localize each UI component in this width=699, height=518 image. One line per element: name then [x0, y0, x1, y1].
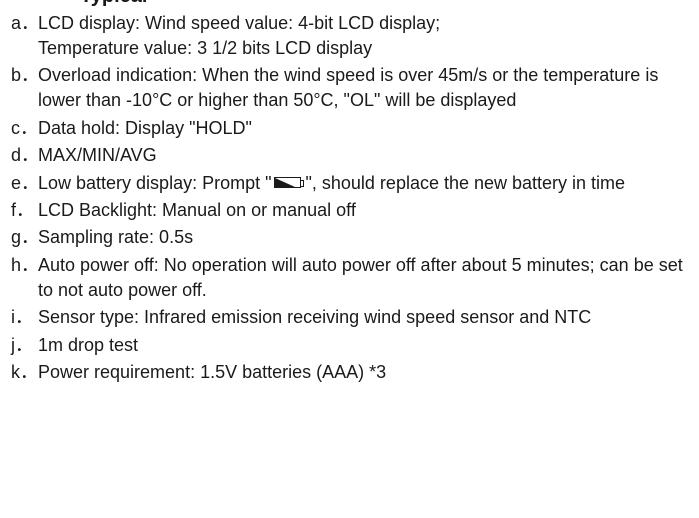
section-heading: Typical	[80, 0, 147, 8]
item-letter: c．	[11, 117, 38, 138]
item-letter: h．	[11, 254, 40, 275]
item-text-after: ", should replace the new battery in tim…	[305, 172, 626, 193]
item-text: 1m drop test	[38, 334, 139, 355]
list-item-k: k． Power requirement: 1.5V batteries (AA…	[0, 360, 699, 385]
item-text: Sampling rate: 0.5s	[38, 227, 194, 248]
item-letter: j．	[11, 334, 33, 355]
item-text: Low battery display: Prompt " ", should r…	[38, 171, 699, 196]
item-letter: e．	[11, 172, 40, 193]
item-letter: k．	[11, 361, 38, 382]
item-text: MAX/MIN/AVG	[38, 145, 157, 166]
list-item-c: c． Data hold: Display "HOLD"	[0, 116, 699, 141]
item-letter: d．	[11, 145, 40, 166]
item-text: Sensor type: Infrared emission receiving…	[38, 307, 592, 328]
item-letter: g．	[11, 227, 40, 248]
list-item-i: i． Sensor type: Infrared emission receiv…	[0, 305, 699, 330]
list-item-a: a． LCD display: Wind speed value: 4-bit …	[0, 11, 699, 61]
item-letter: b．	[11, 65, 40, 86]
list-item-e: e． Low battery display: Prompt " ", shoul…	[0, 171, 699, 196]
list-item-g: g． Sampling rate: 0.5s	[0, 225, 699, 250]
item-text: Data hold: Display "HOLD"	[38, 117, 252, 138]
list-item-j: j． 1m drop test	[0, 333, 699, 358]
item-letter: a．	[11, 13, 40, 33]
item-text: LCD display: Wind speed value: 4-bit LCD…	[38, 13, 441, 58]
spec-list: a． LCD display: Wind speed value: 4-bit …	[0, 11, 699, 387]
list-item-f: f． LCD Backlight: Manual on or manual of…	[0, 198, 699, 223]
list-item-b: b． Overload indication: When the wind sp…	[0, 63, 699, 113]
item-letter: f．	[11, 199, 35, 220]
list-item-d: d． MAX/MIN/AVG	[0, 143, 699, 168]
heading-clip: Typical	[0, 0, 699, 8]
low-battery-icon	[273, 176, 304, 188]
item-text: Overload indication: When the wind speed…	[38, 65, 659, 111]
item-text-before: Low battery display: Prompt "	[38, 172, 272, 193]
item-text: Power requirement: 1.5V batteries (AAA) …	[38, 361, 387, 382]
item-text: LCD Backlight: Manual on or manual off	[38, 199, 356, 220]
item-text: Auto power off: No operation will auto p…	[38, 254, 683, 300]
spec-page: Typical a． LCD display: Wind speed value…	[0, 0, 699, 518]
list-item-h: h． Auto power off: No operation will aut…	[0, 253, 699, 303]
item-letter: i．	[11, 307, 33, 328]
